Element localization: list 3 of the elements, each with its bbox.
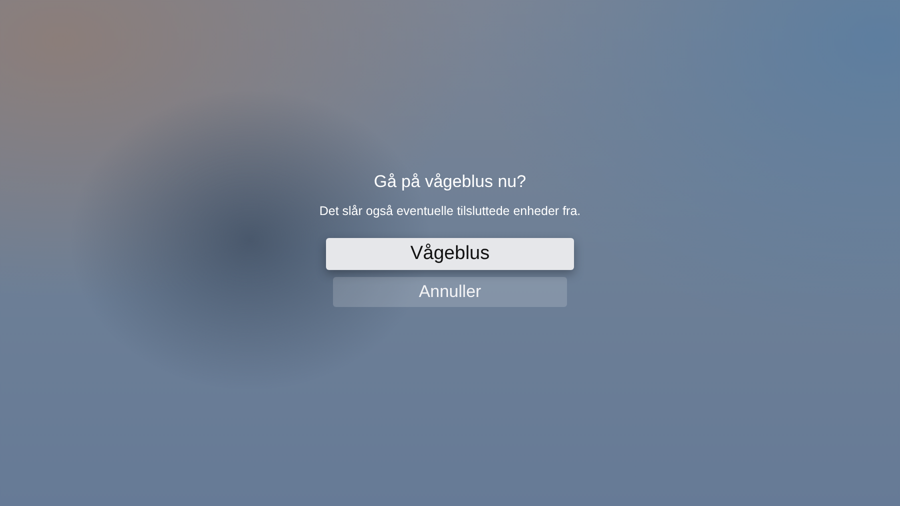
dialog-title: Gå på vågeblus nu? <box>374 172 526 192</box>
focused-button[interactable]: Vågeblus <box>326 238 574 270</box>
dialog-message: Det slår også eventuelle tilsluttede enheder fra. <box>319 204 581 218</box>
